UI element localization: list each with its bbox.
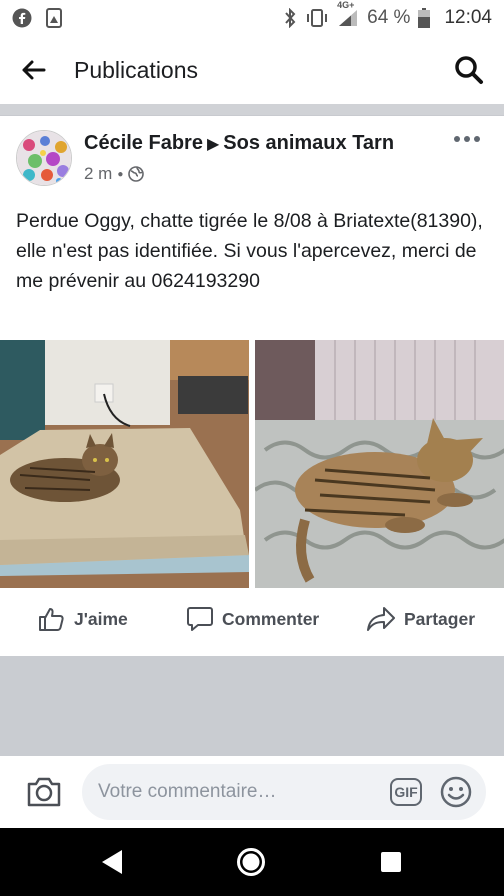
dot-separator: ● — [117, 168, 124, 180]
comment-placeholder: Votre commentaire… — [98, 781, 277, 802]
clock: 12:04 — [444, 7, 492, 28]
image-icon — [46, 8, 62, 28]
comment-label: Commenter — [222, 608, 320, 629]
page-title: Publications — [74, 56, 199, 83]
emoji-icon[interactable] — [440, 776, 472, 813]
battery-icon — [418, 8, 431, 28]
facebook-icon — [12, 8, 32, 28]
globe-icon — [128, 166, 145, 182]
share-button[interactable]: Partager — [366, 606, 475, 632]
status-bar: 4G+ 64 % 12:04 — [0, 0, 504, 36]
navigation-bar — [0, 828, 504, 896]
comment-bar: Votre commentaire… GIF — [0, 756, 504, 828]
camera-icon[interactable] — [26, 776, 62, 813]
post-meta: 2 m ● — [84, 164, 145, 184]
post-header: Cécile Fabre ▶ Sos animaux Tarn 2 m ● — [0, 116, 504, 200]
header-divider — [0, 104, 504, 116]
home-nav-icon[interactable] — [236, 847, 266, 882]
author-name[interactable]: Cécile Fabre — [84, 132, 203, 154]
post-photos — [0, 340, 504, 588]
post-text: Perdue Oggy, chatte tigrée le 8/08 à Bri… — [16, 210, 483, 292]
network-type: 4G+ — [337, 0, 355, 10]
triangle-right-icon: ▶ — [206, 136, 220, 153]
recents-nav-icon[interactable] — [380, 851, 402, 878]
vibrate-icon — [305, 8, 329, 28]
comment-icon — [186, 606, 214, 632]
photo-cat-cushion[interactable] — [0, 340, 249, 588]
feed-divider — [0, 656, 504, 756]
post-actions: J'aime Commenter Partager — [0, 596, 504, 644]
share-icon — [366, 606, 396, 632]
battery-level: 64 % — [367, 7, 411, 28]
thumbs-up-icon — [38, 606, 66, 632]
like-button[interactable]: J'aime — [38, 606, 128, 632]
comment-input[interactable]: Votre commentaire… — [82, 764, 486, 820]
gif-button[interactable]: GIF — [390, 778, 422, 806]
search-icon[interactable] — [454, 55, 484, 85]
photo-cat-bed[interactable] — [255, 340, 504, 588]
post-author-line: Cécile Fabre ▶ Sos animaux Tarn — [84, 132, 394, 155]
back-arrow-icon[interactable] — [20, 59, 46, 81]
bluetooth-icon — [283, 8, 297, 28]
signal-icon: 4G+ — [337, 0, 359, 28]
share-label: Partager — [404, 608, 476, 629]
back-nav-icon[interactable] — [100, 848, 124, 881]
post-time: 2 m — [84, 164, 113, 183]
like-label: J'aime — [74, 608, 128, 629]
group-name[interactable]: Sos animaux Tarn — [223, 132, 394, 154]
more-options-icon[interactable] — [454, 136, 480, 142]
header: Publications — [0, 36, 504, 104]
comment-button[interactable]: Commenter — [186, 606, 319, 632]
avatar[interactable] — [16, 130, 72, 186]
